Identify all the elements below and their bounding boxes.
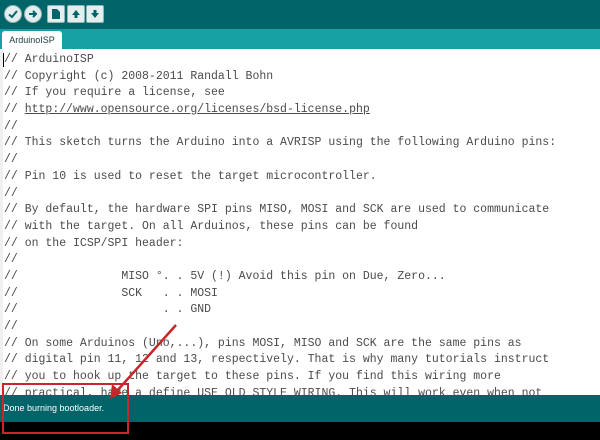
license-link[interactable]: http://www.opensource.org/licenses/bsd-l… — [25, 103, 370, 116]
check-icon — [8, 10, 18, 19]
code-line: // — [4, 320, 18, 333]
open-button[interactable] — [67, 5, 85, 23]
code-editor[interactable]: // ArduinoISP // Copyright (c) 2008-2011 … — [0, 49, 600, 395]
comment-prefix: // — [4, 103, 25, 117]
arrow-down-icon — [91, 10, 99, 18]
verify-button[interactable] — [4, 5, 22, 23]
code-line: // — [4, 253, 18, 267]
arrow-right-icon — [29, 10, 38, 18]
tab-bar: ArduinoISP — [0, 29, 600, 49]
toolbar — [0, 0, 600, 29]
code-line: // — [4, 186, 18, 200]
tab-label: ArduinoISP — [9, 35, 55, 45]
code-line: // Copyright (c) 2008-2011 Randall Bohn — [4, 69, 274, 83]
new-file-icon — [52, 9, 60, 19]
code-line: // By default, the hardware SPI pins MIS… — [4, 203, 550, 217]
code-line: // On some Arduinos (Uno,...), pins MOSI… — [4, 336, 522, 350]
code-line: // MISO °. . 5V (!) Avoid this pin on Du… — [4, 269, 446, 283]
code-line: // If you require a license, see — [4, 86, 225, 100]
code-line: // SCK . . MOSI — [4, 286, 218, 300]
code-line: // on the ICSP/SPI header: — [4, 236, 184, 250]
code-line: // ArduinoISP — [4, 53, 94, 66]
code-line: // This sketch turns the Arduino into a … — [4, 136, 557, 150]
code-text: // ArduinoISP // Copyright (c) 2008-2011 … — [4, 52, 556, 395]
upload-button[interactable] — [24, 5, 42, 23]
save-button[interactable] — [86, 5, 104, 23]
code-line: // Pin 10 is used to reset the target mi… — [4, 169, 377, 183]
code-line: // digital pin 11, 12 and 13, respective… — [4, 353, 550, 367]
code-line: // — [4, 119, 18, 133]
tab-arduinoisp[interactable]: ArduinoISP — [2, 31, 62, 49]
annotation-highlight-box — [2, 383, 129, 434]
editor-gutter — [0, 49, 3, 395]
code-line: // with the target. On all Arduinos, the… — [4, 219, 419, 233]
arrow-up-icon — [72, 10, 80, 18]
code-line: // — [4, 153, 18, 167]
code-line: // . . GND — [4, 303, 212, 317]
code-line-link: // http://www.opensource.org/licenses/bs… — [4, 102, 556, 119]
new-button[interactable] — [47, 5, 65, 23]
